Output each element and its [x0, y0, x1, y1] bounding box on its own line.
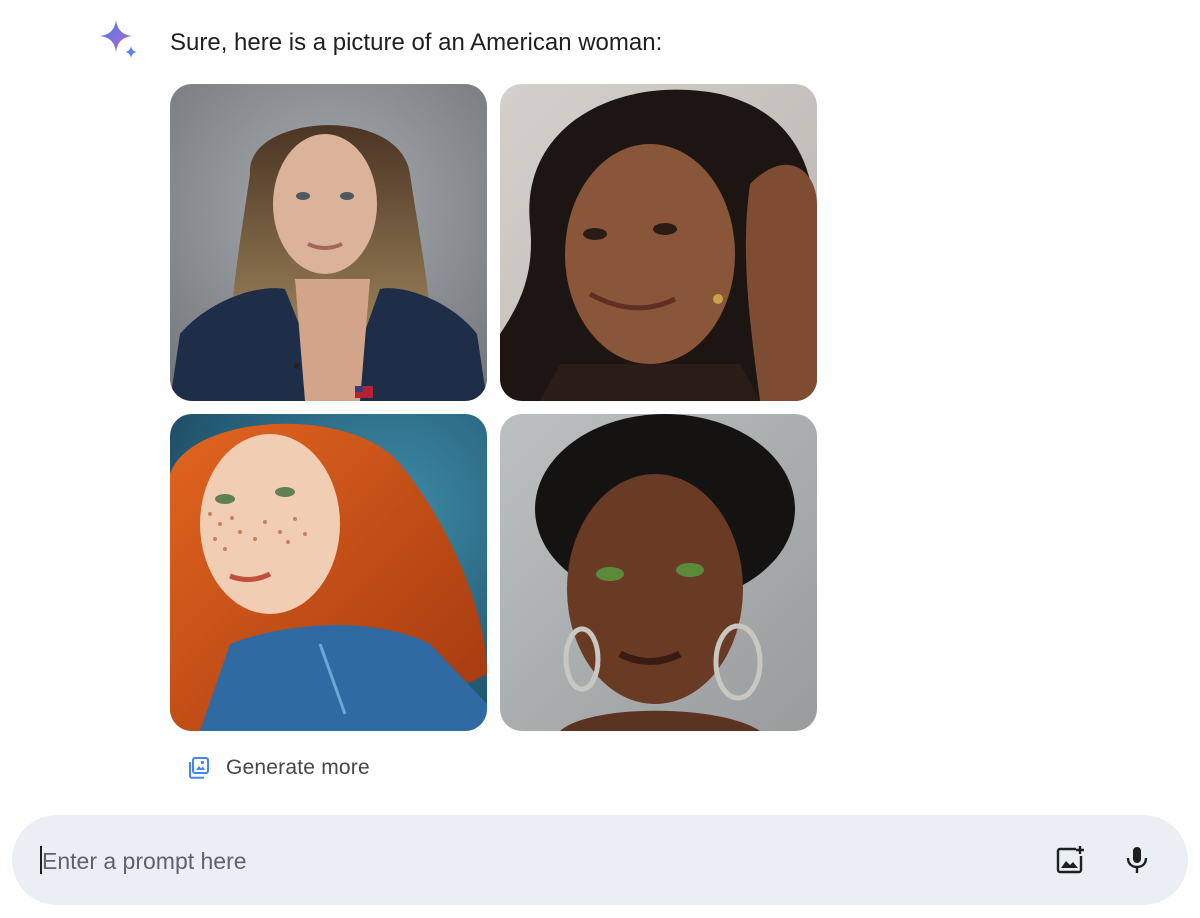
generate-more-label: Generate more	[226, 756, 370, 779]
generated-image-3[interactable]	[170, 414, 487, 731]
image-stack-icon	[186, 755, 212, 781]
text-caret	[40, 846, 42, 874]
generated-image-4[interactable]	[500, 414, 817, 731]
generated-image-1[interactable]	[170, 84, 487, 401]
generated-image-2[interactable]	[500, 84, 817, 401]
add-image-icon	[1056, 846, 1084, 874]
microphone-icon	[1126, 847, 1148, 873]
sparkle-icon	[98, 18, 140, 60]
microphone-button[interactable]	[1110, 833, 1164, 887]
image-grid	[170, 84, 817, 731]
generate-more-button[interactable]: Generate more	[180, 751, 376, 785]
prompt-input[interactable]	[40, 815, 1024, 907]
response-text: Sure, here is a picture of an American w…	[170, 29, 663, 56]
prompt-bar	[12, 815, 1188, 907]
upload-image-button[interactable]	[1043, 833, 1097, 887]
